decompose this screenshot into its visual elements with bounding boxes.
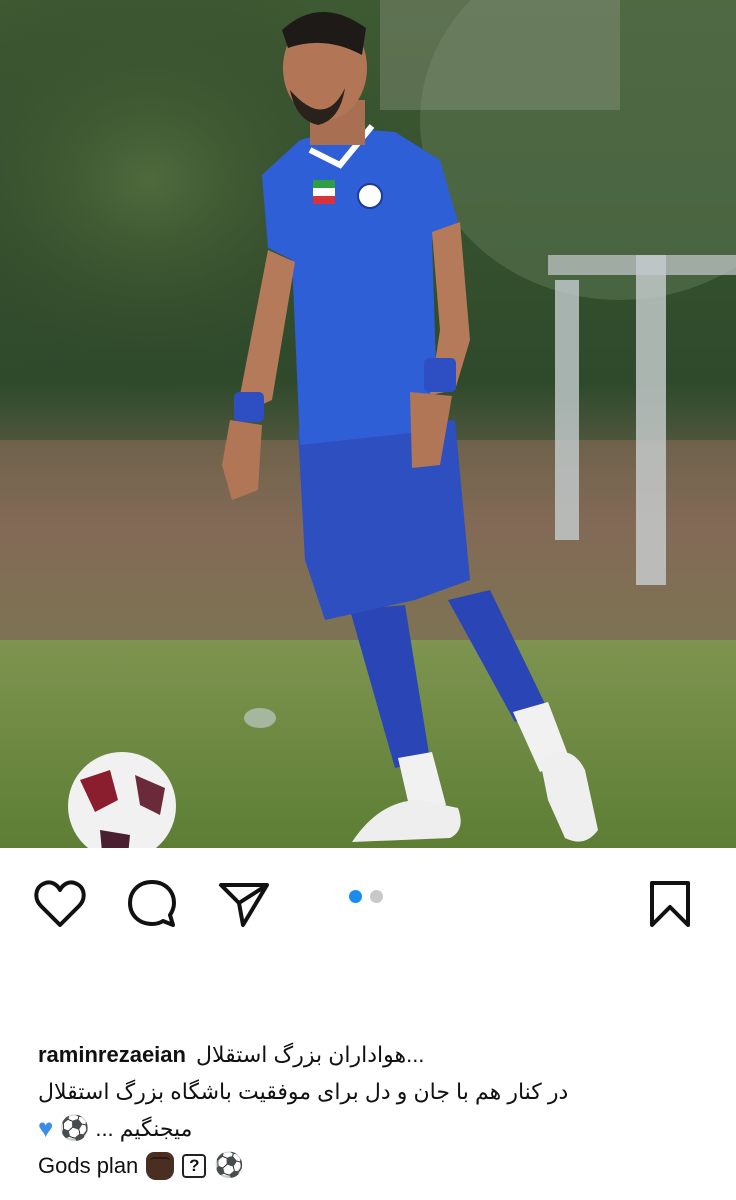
caption-text-2: در کنار هم با جان و دل برای موفقیت باشگا…: [38, 1079, 569, 1104]
caption-text-4: Gods plan: [38, 1153, 139, 1178]
caption-text-1: ...هواداران بزرگ استقلال: [195, 1042, 425, 1067]
like-button[interactable]: [32, 878, 88, 934]
save-button[interactable]: [642, 878, 698, 934]
comment-bubble-icon: [126, 878, 178, 935]
carousel-dot-active: [349, 890, 362, 903]
action-bar: [0, 848, 736, 958]
post-photo[interactable]: [0, 0, 736, 848]
blue-heart-icon: ♥: [38, 1113, 54, 1143]
username-link[interactable]: raminrezaeian: [38, 1036, 186, 1073]
post-caption: raminrezaeian ...هواداران بزرگ استقلال د…: [38, 1036, 718, 1184]
cut-off-line: [38, 1190, 238, 1200]
comment-button[interactable]: [124, 878, 180, 934]
raised-fist-icon: [146, 1151, 175, 1180]
heart-outline-icon: [33, 879, 87, 934]
carousel-indicator: [349, 890, 383, 903]
soccer-ball-icon: ⚽: [214, 1152, 245, 1179]
bookmark-icon: [648, 879, 692, 934]
question-box-icon: ?: [182, 1153, 207, 1178]
soccer-ball-icon: ⚽: [59, 1115, 90, 1142]
caption-line-3: میجنگیم ... ⚽ ♥: [38, 1110, 242, 1147]
post-image: [0, 0, 736, 848]
paper-plane-icon: [217, 879, 271, 934]
caption-text-3: میجنگیم ...: [95, 1116, 193, 1141]
caption-line-2: در کنار هم با جان و دل برای موفقیت باشگا…: [38, 1073, 658, 1110]
carousel-dot: [370, 890, 383, 903]
share-button[interactable]: [216, 878, 272, 934]
caption-line-1: raminrezaeian ...هواداران بزرگ استقلال: [38, 1036, 718, 1073]
caption-line-4: Gods plan ? ⚽: [38, 1147, 718, 1184]
